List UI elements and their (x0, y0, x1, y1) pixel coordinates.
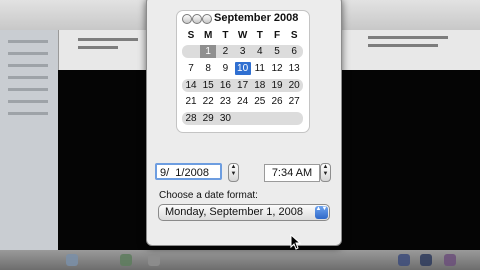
format-label: Choose a date format: (159, 190, 258, 201)
sidebar-row (8, 112, 48, 115)
dock-icon[interactable] (66, 254, 78, 266)
date-stepper-arrows-icon[interactable]: ▲ ▼ (228, 163, 239, 182)
weekday-header: T (256, 30, 263, 41)
dock-icon[interactable] (120, 254, 132, 266)
sidebar-row (8, 100, 48, 103)
calendar-day[interactable]: 4 (252, 45, 268, 58)
date-picker-popover: September 2008 S M T W T F S 1 2 3 4 5 6 7 8 9 10 11 12 13 1… (146, 0, 342, 246)
month-title: September 2008 (214, 12, 299, 24)
date-format-value: Monday, September 1, 2008 (165, 206, 303, 218)
weekday-header: F (273, 30, 281, 41)
date-format-select[interactable]: Monday, September 1, 2008 ▲▼ (158, 204, 330, 221)
calendar-day[interactable]: 3 (235, 45, 251, 58)
calendar-day[interactable]: 15 (200, 79, 216, 92)
stepper-up[interactable]: ▲ (229, 164, 238, 171)
sidebar-row (8, 88, 48, 91)
stepper-down[interactable]: ▼ (321, 171, 330, 178)
dock-icon[interactable] (148, 254, 160, 266)
calendar-day[interactable]: 8 (200, 62, 216, 75)
weekday-header: S (290, 30, 298, 41)
calendar-day[interactable]: 22 (200, 95, 216, 108)
weekday-header: T (222, 30, 229, 41)
dock-icon[interactable] (444, 254, 456, 266)
background-sidebar (0, 30, 59, 255)
stepper-up[interactable]: ▲ (321, 164, 330, 171)
background-text (78, 38, 138, 41)
calendar-day[interactable]: 25 (252, 95, 268, 108)
calendar-day[interactable]: 14 (183, 79, 199, 92)
calendar-day[interactable]: 17 (235, 79, 251, 92)
background-text (78, 46, 118, 49)
calendar-day[interactable]: 20 (286, 79, 302, 92)
calendar-day[interactable]: 12 (269, 62, 285, 75)
calendar-day[interactable]: 5 (269, 45, 285, 58)
weekday-header: S (187, 30, 195, 41)
nav-forward-icon[interactable] (202, 14, 212, 24)
nav-today-icon[interactable] (192, 14, 202, 24)
nav-back-icon[interactable] (182, 14, 192, 24)
calendar-day[interactable]: 26 (269, 95, 285, 108)
time-stepper-arrows-icon[interactable]: ▲ ▼ (320, 163, 331, 182)
calendar-day[interactable]: 10 (234, 61, 251, 75)
calendar-day[interactable]: 18 (252, 79, 268, 92)
popup-arrows-icon: ▲▼ (315, 206, 328, 219)
mouse-pointer-icon (290, 234, 302, 250)
calendar-day[interactable]: 19 (269, 79, 285, 92)
weekday-header: W (237, 30, 248, 41)
calendar-day[interactable]: 21 (183, 95, 199, 108)
calendar-day[interactable]: 7 (183, 62, 199, 75)
dock-icon[interactable] (420, 254, 432, 266)
calendar-day[interactable]: 9 (217, 62, 233, 75)
stepper-down[interactable]: ▼ (229, 171, 238, 178)
time-field[interactable]: 7:34 AM (264, 164, 320, 182)
calendar-day[interactable]: 27 (286, 95, 302, 108)
background-text (368, 44, 438, 47)
sidebar-row (8, 52, 48, 55)
calendar-day[interactable]: 28 (183, 112, 199, 125)
calendar-day[interactable]: 2 (217, 45, 233, 58)
calendar-day[interactable]: 23 (217, 95, 233, 108)
date-field[interactable]: 9/ 1/2008 (155, 163, 222, 180)
calendar-day[interactable]: 30 (217, 112, 233, 125)
calendar-day[interactable]: 13 (286, 62, 302, 75)
sidebar-row (8, 64, 48, 67)
calendar-day[interactable]: 6 (286, 45, 302, 58)
sidebar-row (8, 76, 48, 79)
dock-icon[interactable] (398, 254, 410, 266)
calendar-day[interactable]: 29 (200, 112, 216, 125)
calendar-day[interactable]: 11 (252, 62, 268, 75)
calendar: September 2008 S M T W T F S 1 2 3 4 5 6 7 8 9 10 11 12 13 1… (176, 10, 310, 133)
background-text (368, 36, 448, 39)
calendar-day[interactable]: 24 (235, 95, 251, 108)
sidebar-row (8, 40, 48, 43)
weekday-header: M (204, 30, 213, 41)
calendar-day[interactable]: 1 (200, 45, 217, 58)
calendar-day[interactable]: 16 (217, 79, 233, 92)
